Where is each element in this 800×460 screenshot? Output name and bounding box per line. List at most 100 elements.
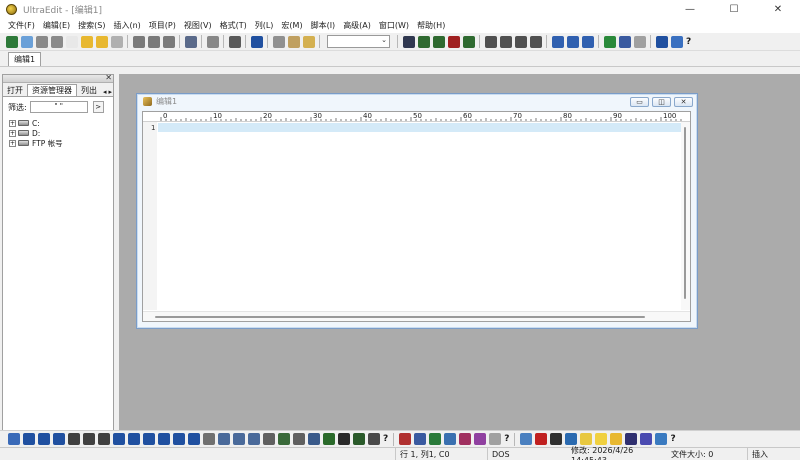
- toolbar-top-tool-icon-1-1[interactable]: [147, 35, 160, 48]
- toolbar-bottom-tool-icon-2-0[interactable]: [519, 433, 532, 445]
- menu-item-0[interactable]: 文件(F): [4, 20, 39, 31]
- toolbar-bottom-tool-icon-0-19[interactable]: [292, 433, 305, 445]
- toolbar-bottom-tool-icon-1-4[interactable]: [458, 433, 471, 445]
- toolbar-bottom-tool-icon-0-13[interactable]: [202, 433, 215, 445]
- toolbar-top-tool-icon-8-2[interactable]: [432, 35, 445, 48]
- toolbar-top-tool-icon-11-0[interactable]: [603, 35, 616, 48]
- tree-item[interactable]: + D:: [9, 128, 113, 138]
- toolbar-bottom-tool-icon-0-1[interactable]: [22, 433, 35, 445]
- toolbar-top-tool-icon-9-1[interactable]: [499, 35, 512, 48]
- toolbar-bottom-tool-icon-1-2[interactable]: [428, 433, 441, 445]
- menu-item-12[interactable]: 帮助(H): [413, 20, 449, 31]
- child-minimize-button[interactable]: ▭: [630, 97, 649, 107]
- toolbar-bottom-tool-icon-1-5[interactable]: [473, 433, 486, 445]
- status-line-ending[interactable]: DOS: [487, 448, 567, 460]
- toolbar-bottom-tool-icon-0-17[interactable]: [262, 433, 275, 445]
- toolbar-top-tool-icon-0-6[interactable]: [95, 35, 108, 48]
- toolbar-bottom-tool-icon-0-24[interactable]: [367, 433, 380, 445]
- toolbar-bottom-tool-icon-0-15[interactable]: [232, 433, 245, 445]
- menu-item-8[interactable]: 宏(M): [277, 20, 306, 31]
- vertical-scrollbar[interactable]: [681, 122, 690, 310]
- menu-item-3[interactable]: 插入(n): [109, 20, 144, 31]
- toolbar-bottom-tool-icon-2-2[interactable]: [549, 433, 562, 445]
- filter-apply-button[interactable]: >: [92, 101, 104, 113]
- font-combo[interactable]: ⌄: [327, 35, 390, 48]
- current-line-highlight[interactable]: [158, 123, 682, 132]
- toolbar-bottom-tool-icon-2-8[interactable]: [639, 433, 652, 445]
- toolbar-top-tool-icon-0-1[interactable]: [20, 35, 33, 48]
- minimize-button[interactable]: —: [668, 0, 712, 18]
- toolbar-bottom-tool-icon-0-6[interactable]: [97, 433, 110, 445]
- menu-item-6[interactable]: 格式(T): [216, 20, 251, 31]
- toolbar-top-tool-icon-10-0[interactable]: [551, 35, 564, 48]
- child-title-bar[interactable]: 编辑1 ▭ ◫ ✕: [137, 94, 697, 108]
- status-insert-mode[interactable]: 插入: [747, 448, 800, 460]
- toolbar-top-tool-icon-8-4[interactable]: [462, 35, 475, 48]
- tab-document-1[interactable]: 编辑1: [8, 52, 42, 66]
- toolbar-bottom-tool-icon-2-3[interactable]: [564, 433, 577, 445]
- menu-item-5[interactable]: 视图(V): [180, 20, 216, 31]
- menu-item-9[interactable]: 脚本(I): [307, 20, 340, 31]
- tab-scroll-left-icon[interactable]: ◂: [103, 88, 107, 96]
- toolbar-bottom-tool-icon-2-6[interactable]: [609, 433, 622, 445]
- toolbar-bottom-tool-icon-0-20[interactable]: [307, 433, 320, 445]
- toolbar-bottom-tool-icon-1-0[interactable]: [398, 433, 411, 445]
- expand-icon[interactable]: +: [9, 139, 16, 147]
- toolbar-bottom-tool-icon-0-22[interactable]: [337, 433, 350, 445]
- toolbar-bottom-tool-icon-1-6[interactable]: [488, 433, 501, 445]
- horizontal-scrollbar[interactable]: [143, 311, 690, 321]
- toolbar-top-tool-icon-0-4[interactable]: [65, 35, 78, 48]
- toolbar-top-tool-icon-5-0[interactable]: [250, 35, 263, 48]
- menu-item-4[interactable]: 项目(P): [145, 20, 180, 31]
- toolbar-bottom-help-icon[interactable]: ?: [383, 434, 388, 444]
- vertical-scroll-thumb[interactable]: [684, 127, 686, 299]
- toolbar-top-tool-icon-8-0[interactable]: [402, 35, 415, 48]
- toolbar-bottom-tool-icon-2-9[interactable]: [654, 433, 667, 445]
- tree-item[interactable]: + FTP 帐号: [9, 138, 113, 148]
- toolbar-top-tool-icon-9-0[interactable]: [484, 35, 497, 48]
- menu-item-10[interactable]: 高级(A): [339, 20, 375, 31]
- toolbar-top-tool-icon-10-1[interactable]: [566, 35, 579, 48]
- toolbar-bottom-help-icon[interactable]: ?: [504, 434, 509, 444]
- toolbar-bottom-tool-icon-0-18[interactable]: [277, 433, 290, 445]
- toolbar-top-tool-icon-12-1[interactable]: [670, 35, 683, 48]
- toolbar-bottom-tool-icon-2-1[interactable]: [534, 433, 547, 445]
- toolbar-bottom-tool-icon-0-23[interactable]: [352, 433, 365, 445]
- toolbar-bottom-tool-icon-0-2[interactable]: [37, 433, 50, 445]
- toolbar-top-tool-icon-12-0[interactable]: [655, 35, 668, 48]
- toolbar-top-tool-icon-4-0[interactable]: [228, 35, 241, 48]
- toolbar-top-tool-icon-0-0[interactable]: [5, 35, 18, 48]
- toolbar-top-tool-icon-1-2[interactable]: [162, 35, 175, 48]
- chevron-down-icon[interactable]: ⌄: [381, 36, 387, 44]
- toolbar-top-tool-icon-6-2[interactable]: [302, 35, 315, 48]
- panel-grip[interactable]: ✕: [3, 73, 113, 83]
- toolbar-top-tool-icon-8-3[interactable]: [447, 35, 460, 48]
- menu-item-2[interactable]: 搜索(S): [74, 20, 109, 31]
- toolbar-top-tool-icon-9-3[interactable]: [529, 35, 542, 48]
- toolbar-bottom-tool-icon-0-4[interactable]: [67, 433, 80, 445]
- toolbar-top-tool-icon-11-1[interactable]: [618, 35, 631, 48]
- tab-open[interactable]: 打开: [3, 84, 27, 96]
- menu-item-7[interactable]: 列(L): [251, 20, 278, 31]
- toolbar-bottom-tool-icon-2-4[interactable]: [579, 433, 592, 445]
- toolbar-bottom-tool-icon-2-5[interactable]: [594, 433, 607, 445]
- toolbar-top-tool-icon-0-7[interactable]: [110, 35, 123, 48]
- toolbar-bottom-tool-icon-0-8[interactable]: [127, 433, 140, 445]
- toolbar-bottom-tool-icon-0-3[interactable]: [52, 433, 65, 445]
- child-restore-button[interactable]: ◫: [652, 97, 671, 107]
- toolbar-bottom-tool-icon-0-0[interactable]: [7, 433, 20, 445]
- toolbar-bottom-tool-icon-0-10[interactable]: [157, 433, 170, 445]
- toolbar-top-tool-icon-6-1[interactable]: [287, 35, 300, 48]
- close-button[interactable]: ✕: [756, 0, 800, 18]
- menu-item-1[interactable]: 编辑(E): [39, 20, 74, 31]
- filter-input[interactable]: " ": [29, 101, 88, 113]
- toolbar-bottom-tool-icon-0-9[interactable]: [142, 433, 155, 445]
- expand-icon[interactable]: +: [9, 129, 16, 137]
- toolbar-top-tool-icon-2-0[interactable]: [184, 35, 197, 48]
- maximize-button[interactable]: ☐: [712, 0, 756, 18]
- child-close-button[interactable]: ✕: [674, 97, 693, 107]
- toolbar-top-tool-icon-0-3[interactable]: [50, 35, 63, 48]
- tab-scroll-right-icon[interactable]: ▸: [109, 88, 113, 96]
- toolbar-top-help-icon[interactable]: ?: [686, 37, 691, 47]
- toolbar-top-tool-icon-0-5[interactable]: [80, 35, 93, 48]
